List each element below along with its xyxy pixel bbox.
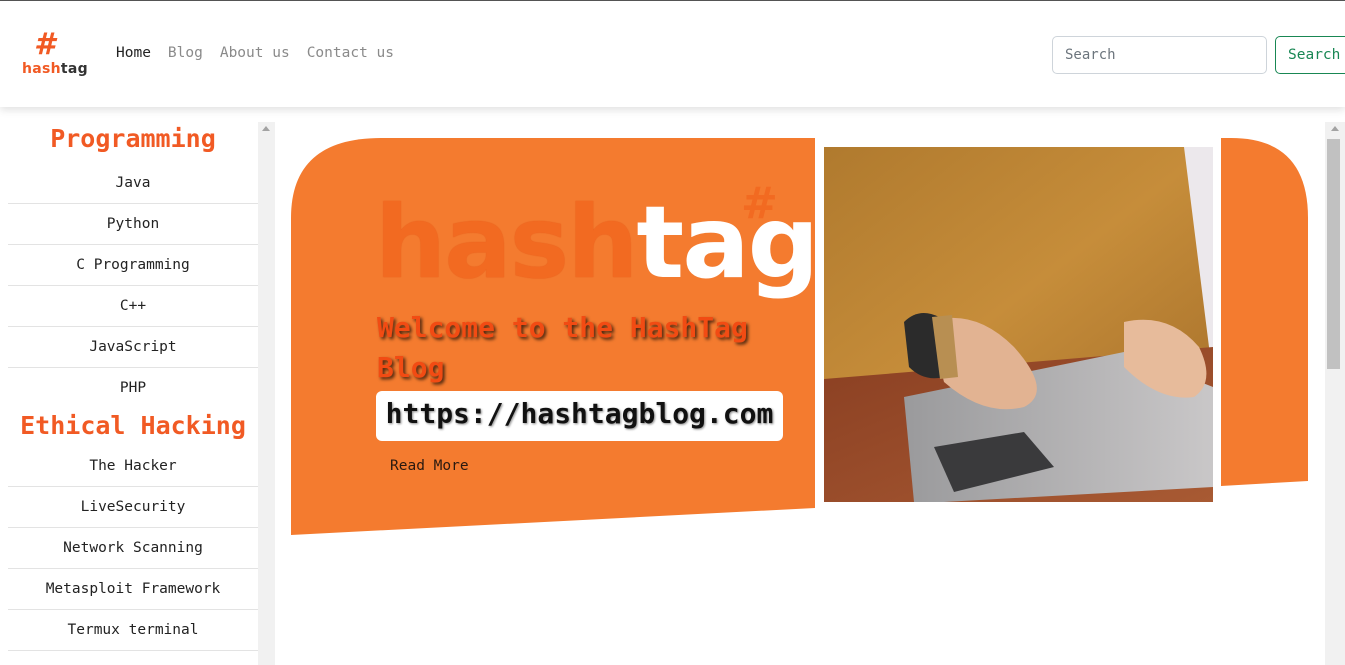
- url-text: https://hashtagblog.com: [385, 397, 774, 430]
- programming-heading: Programming: [50, 124, 216, 153]
- scroll-up-arrow-icon[interactable]: [262, 126, 270, 131]
- laptop-photo-illustration: [824, 147, 1213, 502]
- sidebar-item-livesecurity[interactable]: LiveSecurity: [8, 487, 258, 528]
- hero-photo: [824, 147, 1213, 502]
- sidebar-item-cpp[interactable]: C++: [8, 286, 258, 327]
- logo-word-part1: hash: [22, 61, 61, 77]
- category-sidebar: Programming Java Python C Programming C+…: [0, 122, 275, 665]
- hero-banner: hashtag # Welcome to the HashTag Blog ht…: [291, 138, 1308, 535]
- welcome-heading: Welcome to the HashTag Blog: [377, 311, 748, 384]
- sidebar-item-c-programming[interactable]: C Programming: [8, 245, 258, 286]
- sidebar-item-python[interactable]: Python: [8, 204, 258, 245]
- read-more-link[interactable]: Read More: [390, 458, 469, 474]
- banner-hash-symbol: #: [741, 178, 778, 229]
- nav-blog-link[interactable]: Blog: [168, 45, 203, 61]
- top-navbar: # hashtag Home Blog About us Contact us …: [0, 1, 1345, 107]
- search-button[interactable]: Search: [1275, 36, 1345, 74]
- sidebar-item-the-hacker[interactable]: The Hacker: [8, 446, 258, 487]
- scroll-up-arrow-icon[interactable]: [1331, 126, 1339, 131]
- main-nav: Home Blog About us Contact us: [116, 45, 394, 61]
- logo-hash-symbol: #: [34, 27, 55, 62]
- ethical-hacking-heading: Ethical Hacking: [20, 411, 246, 440]
- url-badge: https://hashtagblog.com: [376, 391, 783, 441]
- nav-about-link[interactable]: About us: [220, 45, 290, 61]
- sidebar-item-javascript[interactable]: JavaScript: [8, 327, 258, 368]
- sidebar-list: Programming Java Python C Programming C+…: [8, 122, 258, 651]
- nav-home-link[interactable]: Home: [116, 45, 151, 61]
- sidebar-item-metasploit[interactable]: Metasploit Framework: [8, 569, 258, 610]
- banner-word-part2: tag: [636, 184, 819, 301]
- nav-contact-link[interactable]: Contact us: [307, 45, 394, 61]
- main-scrollbar[interactable]: [1325, 122, 1345, 665]
- logo-wordmark: hashtag: [22, 61, 88, 77]
- brand-logo[interactable]: # hashtag: [20, 27, 88, 83]
- sidebar-item-termux[interactable]: Termux terminal: [8, 610, 258, 651]
- sidebar-item-php[interactable]: PHP: [8, 368, 258, 409]
- sidebar-item-network-scanning[interactable]: Network Scanning: [8, 528, 258, 569]
- scrollbar-thumb[interactable]: [1327, 139, 1340, 369]
- logo-word-part2: tag: [60, 61, 88, 77]
- sidebar-item-java[interactable]: Java: [8, 163, 258, 204]
- search-input[interactable]: [1052, 36, 1267, 74]
- banner-word-part1: hash: [375, 184, 638, 301]
- sidebar-scrollbar[interactable]: [258, 122, 275, 665]
